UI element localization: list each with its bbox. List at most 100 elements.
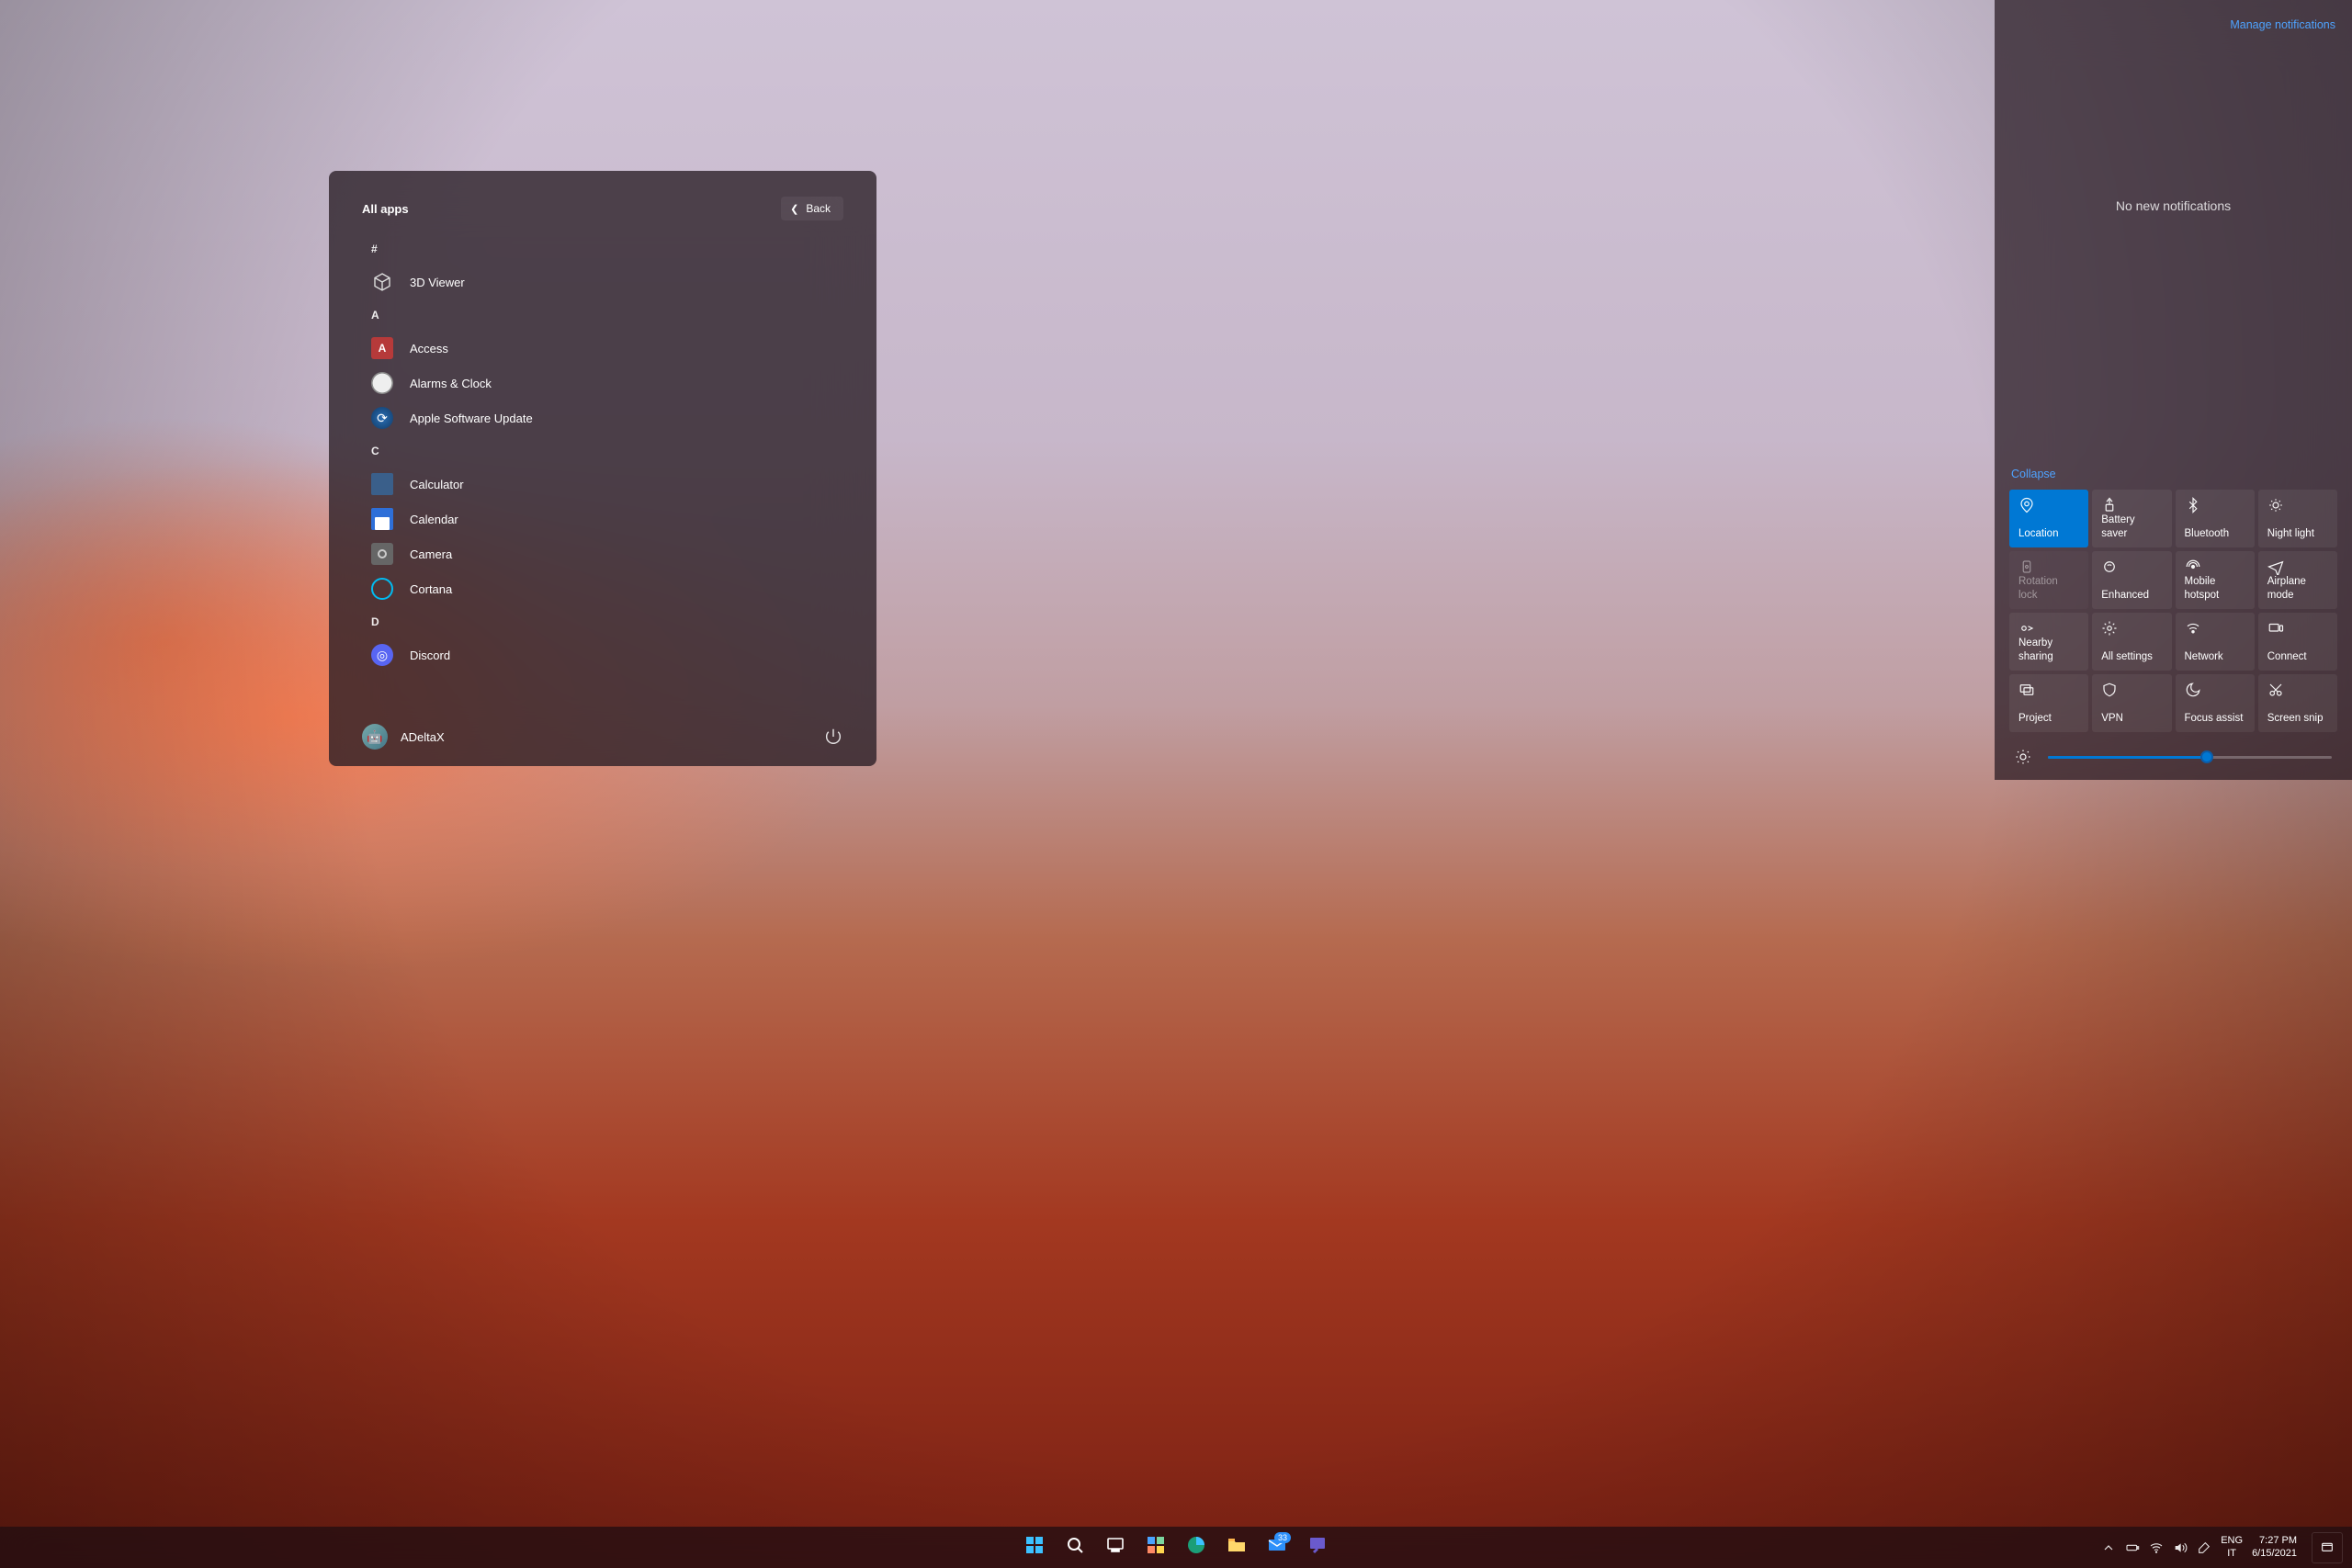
quick-action-label: Night light bbox=[2267, 527, 2328, 540]
widgets-icon bbox=[1145, 1534, 1167, 1561]
app-calendar[interactable]: Calendar bbox=[362, 502, 843, 536]
quick-action-enhanced[interactable]: Enhanced bbox=[2092, 551, 2171, 609]
wifi-icon[interactable] bbox=[2149, 1540, 2164, 1555]
letter-header[interactable]: A bbox=[362, 299, 843, 331]
quick-action-battery[interactable]: Battery saver bbox=[2092, 490, 2171, 547]
quick-action-bluetooth[interactable]: Bluetooth bbox=[2176, 490, 2255, 547]
app-camera[interactable]: Camera bbox=[362, 536, 843, 571]
battery-icon[interactable] bbox=[2125, 1540, 2140, 1555]
quick-action-vpn[interactable]: VPN bbox=[2092, 674, 2171, 732]
taskbar-start-button[interactable] bbox=[1017, 1530, 1052, 1565]
taskbar-widgets-button[interactable] bbox=[1138, 1530, 1173, 1565]
explorer-icon bbox=[1226, 1534, 1248, 1561]
quick-action-hotspot[interactable]: Mobile hotspot bbox=[2176, 551, 2255, 609]
user-name: ADeltaX bbox=[401, 730, 445, 744]
back-button[interactable]: ❮ Back bbox=[781, 197, 843, 220]
quick-action-label: Nearby sharing bbox=[2018, 637, 2079, 663]
app-label: 3D Viewer bbox=[410, 276, 465, 289]
action-center: Manage notifications No new notification… bbox=[1995, 0, 2352, 780]
battery-icon bbox=[2101, 497, 2118, 513]
app-alarms[interactable]: Alarms & Clock bbox=[362, 366, 843, 400]
collapse-button[interactable]: Collapse bbox=[2011, 468, 2337, 480]
clock-icon bbox=[371, 372, 393, 394]
taskbar-search-button[interactable] bbox=[1057, 1530, 1092, 1565]
user-account-button[interactable]: 🤖 ADeltaX bbox=[362, 724, 445, 750]
pen-icon[interactable] bbox=[2197, 1540, 2211, 1555]
brightness-track[interactable] bbox=[2048, 756, 2332, 759]
chevron-left-icon: ❮ bbox=[790, 203, 798, 215]
quick-action-settings[interactable]: All settings bbox=[2092, 613, 2171, 671]
taskbar-taskview-button[interactable] bbox=[1098, 1530, 1133, 1565]
app-3dviewer[interactable]: 3D Viewer bbox=[362, 265, 843, 299]
quick-action-nearby[interactable]: Nearby sharing bbox=[2009, 613, 2088, 671]
quick-action-snip[interactable]: Screen snip bbox=[2258, 674, 2337, 732]
letter-header[interactable]: D bbox=[362, 606, 843, 637]
taskbar: 33 ENG IT 7:27 PM 6/15/2021 bbox=[0, 1527, 2352, 1568]
hotspot-icon bbox=[2185, 558, 2201, 575]
start-menu-title: All apps bbox=[362, 202, 409, 216]
taskbar-feedback-button[interactable] bbox=[1300, 1530, 1335, 1565]
app-label: Alarms & Clock bbox=[410, 377, 492, 390]
taskview-icon bbox=[1104, 1534, 1126, 1561]
taskbar-edge-button[interactable] bbox=[1179, 1530, 1214, 1565]
quick-action-label: Enhanced bbox=[2101, 589, 2162, 602]
app-appleswu[interactable]: ⟳ Apple Software Update bbox=[362, 400, 843, 435]
enhanced-icon bbox=[2101, 558, 2118, 575]
cube-icon bbox=[371, 271, 393, 293]
quick-action-connect[interactable]: Connect bbox=[2258, 613, 2337, 671]
app-label: Apple Software Update bbox=[410, 412, 533, 425]
access-icon: A bbox=[371, 337, 393, 359]
quick-action-project[interactable]: Project bbox=[2009, 674, 2088, 732]
app-label: Calculator bbox=[410, 478, 464, 491]
airplane-icon bbox=[2267, 558, 2284, 575]
quick-action-label: Battery saver bbox=[2101, 513, 2162, 540]
notifications-button[interactable] bbox=[2312, 1532, 2343, 1563]
apple-icon: ⟳ bbox=[371, 407, 393, 429]
power-button[interactable] bbox=[823, 727, 843, 747]
project-icon bbox=[2018, 682, 2035, 698]
calc-icon bbox=[371, 473, 393, 495]
language-switcher[interactable]: ENG IT bbox=[2221, 1535, 2243, 1559]
app-cortana[interactable]: Cortana bbox=[362, 571, 843, 606]
app-calculator[interactable]: Calculator bbox=[362, 467, 843, 502]
app-access[interactable]: A Access bbox=[362, 331, 843, 366]
quick-action-airplane[interactable]: Airplane mode bbox=[2258, 551, 2337, 609]
cal-icon bbox=[371, 508, 393, 530]
nightlight-icon bbox=[2267, 497, 2284, 513]
no-notifications-text: No new notifications bbox=[2009, 198, 2337, 213]
quick-action-label: Rotation lock bbox=[2018, 575, 2079, 602]
brightness-slider[interactable] bbox=[2009, 749, 2337, 765]
vpn-icon bbox=[2101, 682, 2118, 698]
volume-icon[interactable] bbox=[2173, 1540, 2188, 1555]
bluetooth-icon bbox=[2185, 497, 2201, 513]
snip-icon bbox=[2267, 682, 2284, 698]
focus-icon bbox=[2185, 682, 2201, 698]
quick-action-label: Network bbox=[2185, 650, 2245, 663]
back-label: Back bbox=[806, 202, 831, 215]
search-icon bbox=[1064, 1534, 1086, 1561]
quick-action-network[interactable]: Network bbox=[2176, 613, 2255, 671]
clock[interactable]: 7:27 PM 6/15/2021 bbox=[2252, 1535, 2297, 1561]
nearby-icon bbox=[2018, 620, 2035, 637]
app-label: Cortana bbox=[410, 582, 452, 596]
quick-action-rotation: Rotation lock bbox=[2009, 551, 2088, 609]
app-discord[interactable]: ◎Discord bbox=[362, 637, 843, 672]
taskbar-explorer-button[interactable] bbox=[1219, 1530, 1254, 1565]
manage-notifications-link[interactable]: Manage notifications bbox=[2230, 18, 2335, 31]
tray-chevron-up-icon[interactable] bbox=[2101, 1540, 2116, 1555]
quick-action-focus[interactable]: Focus assist bbox=[2176, 674, 2255, 732]
quick-action-nightlight[interactable]: Night light bbox=[2258, 490, 2337, 547]
brightness-icon bbox=[2015, 749, 2031, 765]
user-avatar: 🤖 bbox=[362, 724, 388, 750]
network-icon bbox=[2185, 620, 2201, 637]
app-label: Access bbox=[410, 342, 448, 355]
letter-header[interactable]: C bbox=[362, 435, 843, 467]
quick-actions-grid: Location Battery saver Bluetooth Night ligh… bbox=[2009, 490, 2337, 732]
letter-header[interactable]: # bbox=[362, 233, 843, 265]
all-apps-list[interactable]: #3D Viewer AA Access Alarms & Clock ⟳ Apple S… bbox=[362, 233, 843, 711]
badge: 33 bbox=[1274, 1532, 1291, 1543]
taskbar-mail-button[interactable]: 33 bbox=[1260, 1530, 1295, 1565]
notification-icon bbox=[2320, 1540, 2335, 1555]
quick-action-label: Connect bbox=[2267, 650, 2328, 663]
quick-action-location[interactable]: Location bbox=[2009, 490, 2088, 547]
